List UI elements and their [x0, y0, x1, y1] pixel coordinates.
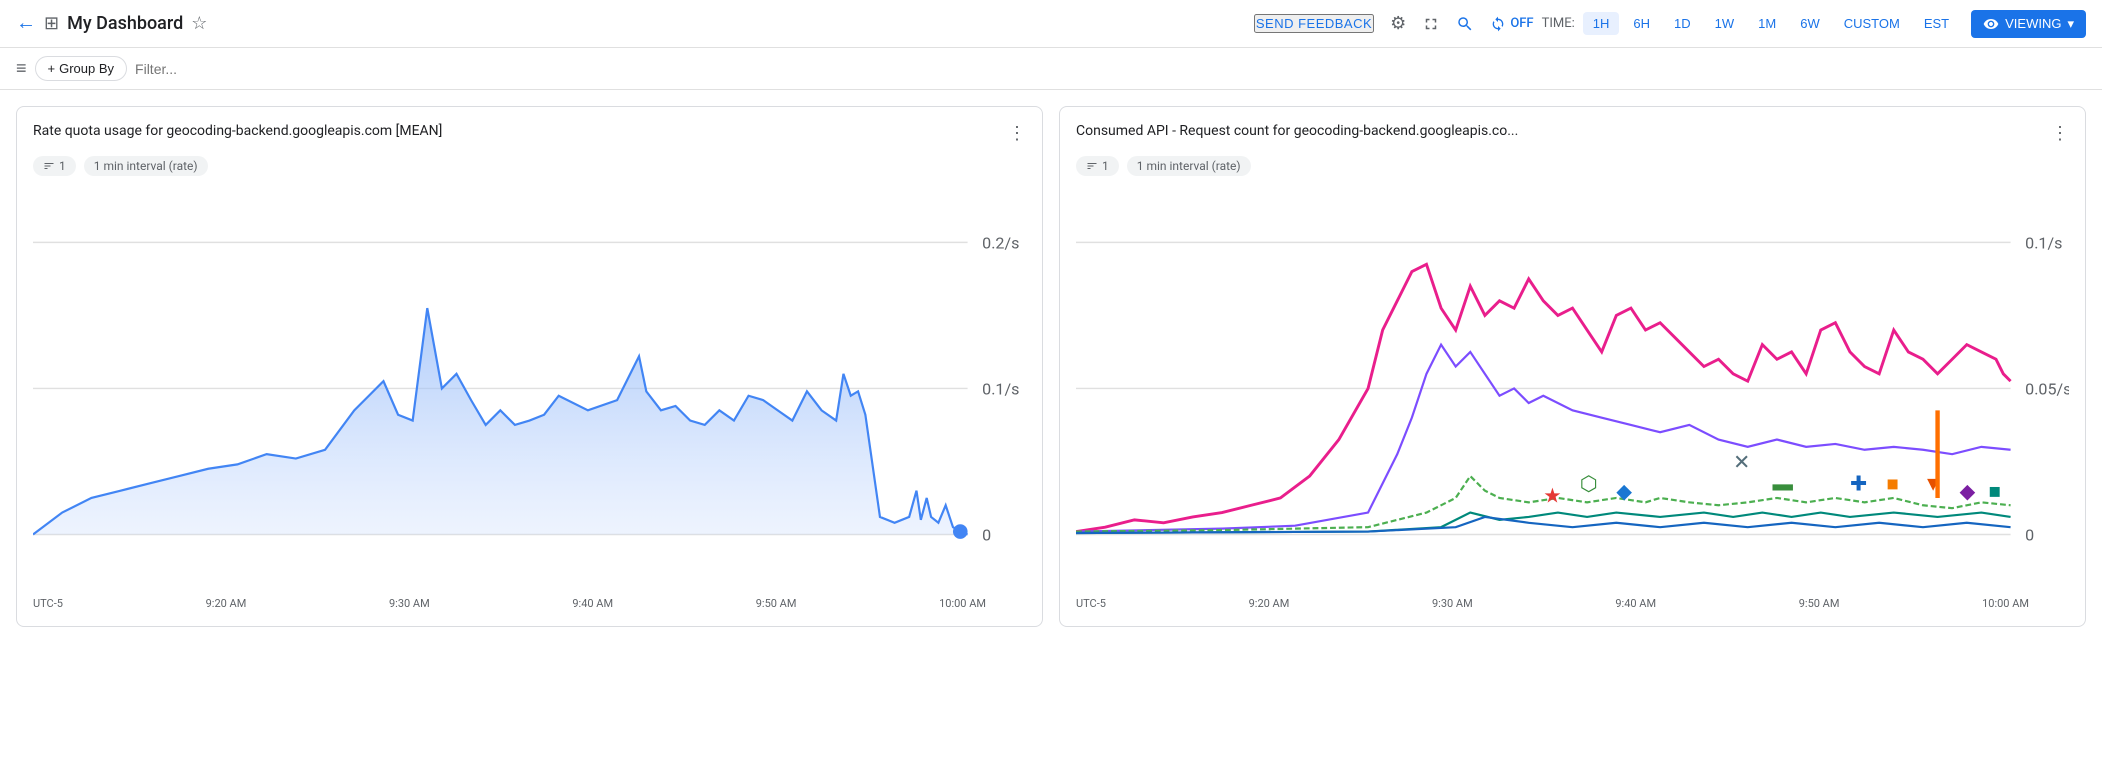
- svg-text:◆: ◆: [1959, 479, 1975, 503]
- auto-refresh-label: OFF: [1510, 16, 1533, 31]
- group-by-plus-icon: +: [48, 61, 56, 76]
- back-icon: ←: [16, 12, 36, 35]
- back-button[interactable]: ←: [16, 12, 36, 35]
- dashboard-icon: ⊞: [44, 13, 59, 34]
- svg-text:▬: ▬: [1773, 472, 1794, 496]
- header-left: ← ⊞ My Dashboard ☆: [16, 12, 1246, 35]
- timezone-button[interactable]: EST: [1914, 12, 1959, 35]
- chart-1-x-label-0: UTC-5: [33, 597, 63, 610]
- chart-2-x-label-3: 9:40 AM: [1615, 597, 1656, 610]
- group-by-label: Group By: [59, 61, 114, 76]
- chart-2-x-label-1: 9:20 AM: [1249, 597, 1290, 610]
- chart-1-x-label-3: 9:40 AM: [572, 597, 613, 610]
- chart-1-x-label-4: 9:50 AM: [756, 597, 797, 610]
- svg-text:■: ■: [1886, 472, 1898, 496]
- auto-refresh-toggle[interactable]: OFF: [1490, 16, 1533, 32]
- fullscreen-icon[interactable]: [1422, 15, 1440, 33]
- chart-1-meta: 1 1 min interval (rate): [33, 156, 1026, 176]
- chart-2-x-label-0: UTC-5: [1076, 597, 1106, 610]
- svg-text:0: 0: [2025, 525, 2034, 544]
- svg-text:✚: ✚: [1850, 472, 1867, 496]
- chart-2-x-label-2: 9:30 AM: [1432, 597, 1473, 610]
- chart-1-x-axis: UTC-5 9:20 AM 9:30 AM 9:40 AM 9:50 AM 10…: [33, 597, 1026, 610]
- chart-1-filter-count: 1: [59, 159, 66, 173]
- chart-1-svg: 0.2/s 0.1/s 0: [33, 184, 1026, 593]
- header-title: My Dashboard: [67, 13, 183, 34]
- svg-text:◆: ◆: [1616, 479, 1632, 503]
- time-1m-button[interactable]: 1M: [1748, 12, 1786, 35]
- chart-1-container: 0.2/s 0.1/s 0: [33, 184, 1026, 593]
- star-icon[interactable]: ☆: [191, 13, 207, 34]
- header-center: SEND FEEDBACK ⚙ OFF: [1254, 13, 1534, 34]
- chart-card-1: Rate quota usage for geocoding-backend.g…: [16, 106, 1043, 627]
- svg-text:0.1/s: 0.1/s: [2025, 233, 2062, 252]
- chart-2-filter-count: 1: [1102, 159, 1109, 173]
- svg-text:★: ★: [1543, 483, 1561, 507]
- time-6w-button[interactable]: 6W: [1790, 12, 1830, 35]
- time-selector: TIME: 1H 6H 1D 1W 1M 6W CUSTOM EST VIEWI…: [1542, 10, 2086, 38]
- time-1d-button[interactable]: 1D: [1664, 12, 1701, 35]
- chart-2-x-label-4: 9:50 AM: [1799, 597, 1840, 610]
- chart-1-title: Rate quota usage for geocoding-backend.g…: [33, 123, 442, 139]
- chart-2-more-button[interactable]: ⋮: [2051, 123, 2069, 144]
- svg-text:✕: ✕: [1733, 450, 1750, 474]
- chart-2-title: Consumed API - Request count for geocodi…: [1076, 123, 1518, 139]
- toolbar: ≡ + Group By: [0, 48, 2102, 90]
- svg-text:0.2/s: 0.2/s: [982, 233, 1019, 252]
- svg-text:0.1/s: 0.1/s: [982, 379, 1019, 398]
- chart-1-interval: 1 min interval (rate): [84, 156, 208, 176]
- chart-1-x-label-2: 9:30 AM: [389, 597, 430, 610]
- chart-2-x-axis: UTC-5 9:20 AM 9:30 AM 9:40 AM 9:50 AM 10…: [1076, 597, 2069, 610]
- chart-1-x-label-1: 9:20 AM: [206, 597, 247, 610]
- svg-text:⬡: ⬡: [1580, 472, 1598, 496]
- time-1w-button[interactable]: 1W: [1705, 12, 1745, 35]
- chart-2-x-label-5: 10:00 AM: [1982, 597, 2029, 610]
- chart-1-header: Rate quota usage for geocoding-backend.g…: [33, 123, 1026, 144]
- menu-icon[interactable]: ≡: [16, 58, 27, 79]
- chart-2-header: Consumed API - Request count for geocodi…: [1076, 123, 2069, 144]
- chart-card-2: Consumed API - Request count for geocodi…: [1059, 106, 2086, 627]
- group-by-button[interactable]: + Group By: [35, 56, 128, 81]
- filter-input[interactable]: [135, 61, 2086, 77]
- svg-text:0.05/s: 0.05/s: [2025, 379, 2069, 398]
- svg-text:■: ■: [1989, 479, 2001, 503]
- viewing-label: VIEWING: [2005, 16, 2061, 31]
- time-custom-button[interactable]: CUSTOM: [1834, 12, 1910, 35]
- settings-icon[interactable]: ⚙: [1390, 13, 1406, 34]
- chart-2-container: 0.1/s 0.05/s 0 ★ ⬡ ◆: [1076, 184, 2069, 593]
- chart-2-meta: 1 1 min interval (rate): [1076, 156, 2069, 176]
- svg-text:0: 0: [982, 525, 991, 544]
- svg-text:▼: ▼: [1923, 472, 1943, 496]
- main-content: Rate quota usage for geocoding-backend.g…: [0, 90, 2102, 643]
- chart-1-filter-badge[interactable]: 1: [33, 156, 76, 176]
- time-1h-button[interactable]: 1H: [1583, 12, 1620, 35]
- send-feedback-button[interactable]: SEND FEEDBACK: [1254, 14, 1374, 33]
- chart-1-more-button[interactable]: ⋮: [1008, 123, 1026, 144]
- time-6h-button[interactable]: 6H: [1623, 12, 1660, 35]
- time-label: TIME:: [1542, 16, 1575, 31]
- chart-2-svg: 0.1/s 0.05/s 0 ★ ⬡ ◆: [1076, 184, 2069, 593]
- viewing-button[interactable]: VIEWING ▾: [1971, 10, 2086, 38]
- chart-2-interval: 1 min interval (rate): [1127, 156, 1251, 176]
- chart-2-filter-badge[interactable]: 1: [1076, 156, 1119, 176]
- viewing-dropdown-icon: ▾: [2067, 16, 2074, 32]
- chart-1-x-label-5: 10:00 AM: [939, 597, 986, 610]
- search-icon[interactable]: [1456, 15, 1474, 33]
- app-header: ← ⊞ My Dashboard ☆ SEND FEEDBACK ⚙ OFF T…: [0, 0, 2102, 48]
